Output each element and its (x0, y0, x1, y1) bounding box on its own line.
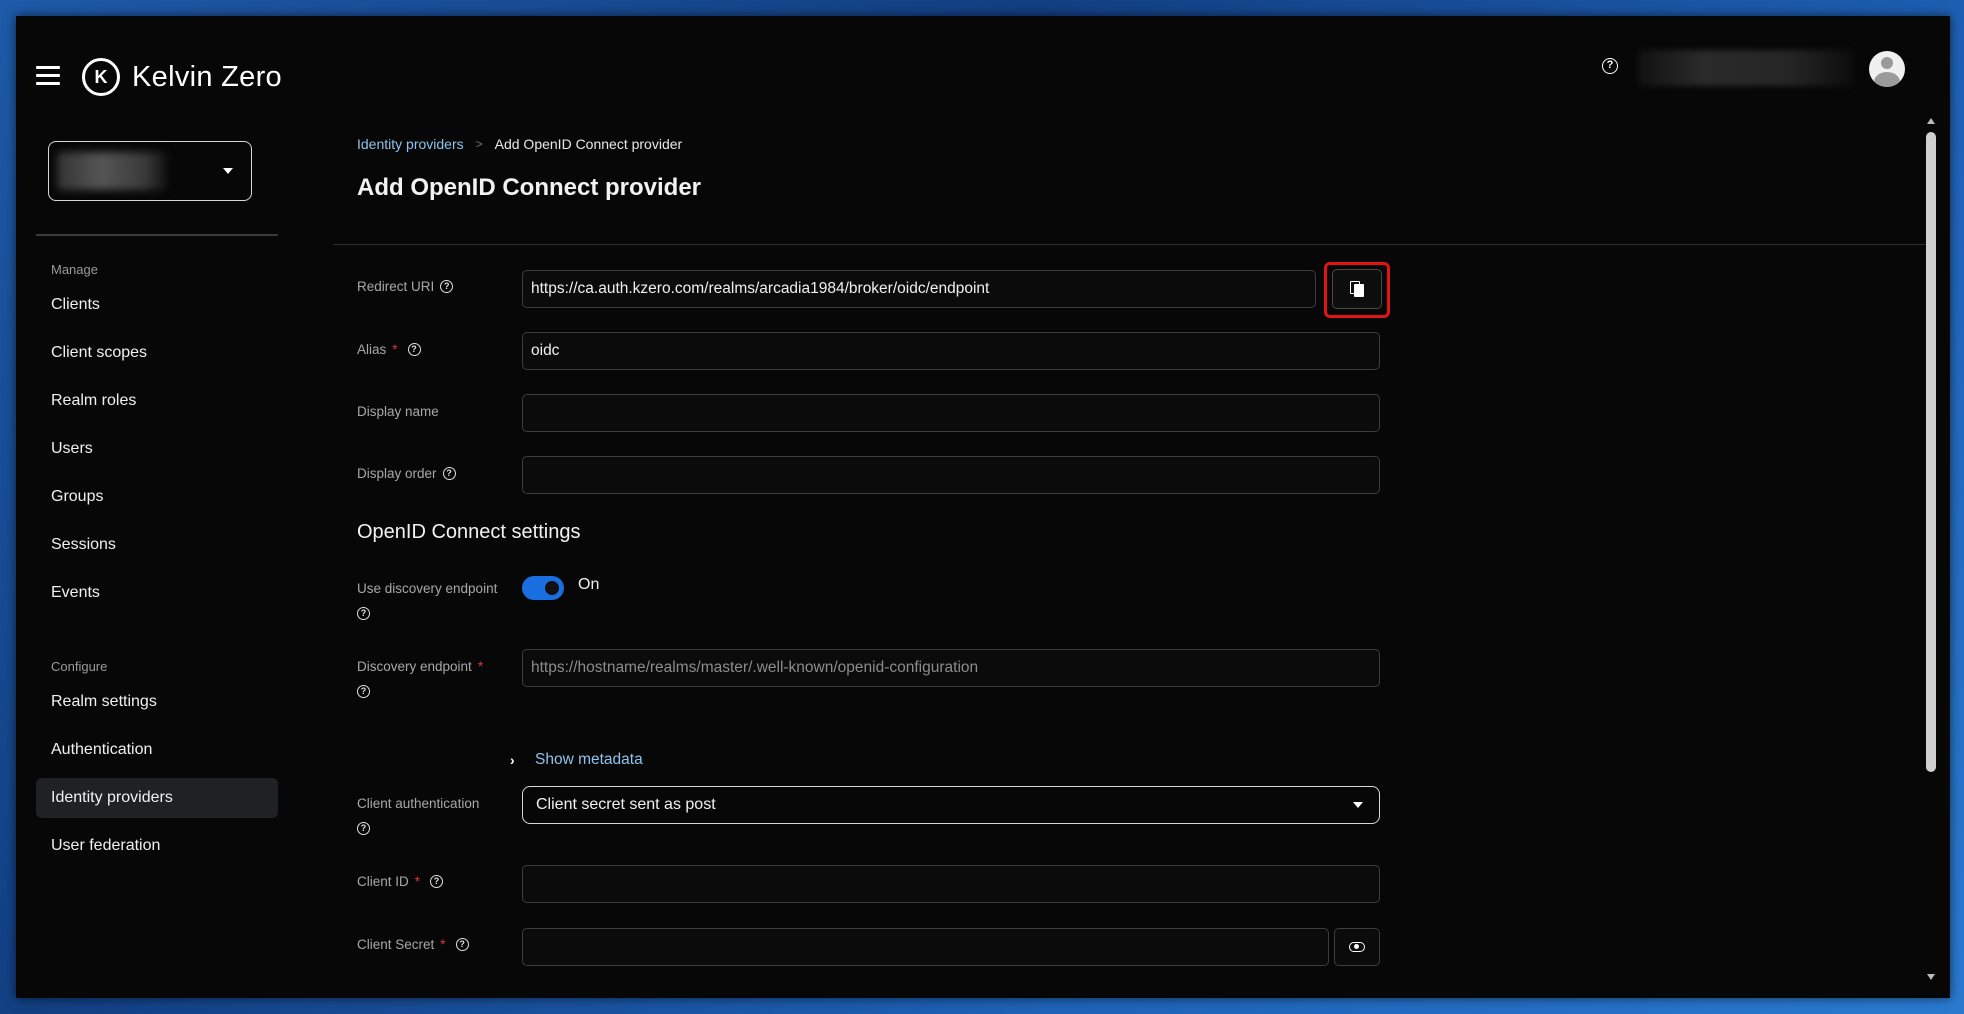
caret-down-icon (1353, 802, 1363, 808)
user-name-redacted[interactable] (1638, 50, 1853, 86)
help-icon[interactable]: ? (407, 343, 421, 356)
sidebar-item-users[interactable]: Users (36, 429, 278, 469)
breadcrumb-current: Add OpenID Connect provider (494, 136, 683, 152)
realm-name-redacted (57, 152, 167, 190)
sidebar-item-clients[interactable]: Clients (36, 285, 278, 325)
required-marker: * (440, 937, 446, 952)
sidebar-item-groups[interactable]: Groups (36, 477, 278, 517)
sidebar-item-realm-roles[interactable]: Realm roles (36, 381, 278, 421)
copy-icon (1350, 281, 1364, 297)
nav-section-manage: Manage (51, 262, 98, 277)
sidebar-item-sessions[interactable]: Sessions (36, 525, 278, 565)
main-scrollbar[interactable] (1924, 118, 1938, 980)
discovery-endpoint-label: Discovery endpoint * (357, 659, 484, 674)
brand-logo[interactable]: K Kelvin Zero (82, 58, 282, 96)
required-marker: * (392, 342, 398, 357)
section-title-oidc-settings: OpenID Connect settings (357, 521, 581, 543)
use-discovery-toggle[interactable] (522, 576, 564, 600)
masthead: K Kelvin Zero ? (16, 16, 1950, 126)
user-avatar-icon[interactable] (1869, 51, 1905, 87)
discovery-endpoint-input[interactable]: https://hostname/realms/master/.well-kno… (522, 649, 1380, 687)
caret-down-icon (223, 168, 233, 174)
client-secret-label: Client Secret * ? (357, 937, 469, 952)
required-marker: * (414, 874, 421, 889)
sidebar-item-realm-settings[interactable]: Realm settings (36, 682, 278, 722)
toggle-knob (545, 581, 559, 595)
realm-selector[interactable] (48, 141, 252, 201)
display-order-label: Display order ? (357, 466, 456, 481)
client-auth-value: Client secret sent as post (536, 796, 716, 813)
show-secret-button[interactable] (1334, 928, 1380, 966)
display-name-input[interactable] (522, 394, 1380, 432)
use-discovery-label: Use discovery endpoint (357, 581, 498, 596)
sidebar-item-user-federation[interactable]: User federation (36, 826, 278, 866)
breadcrumb: Identity providers > Add OpenID Connect … (357, 136, 682, 152)
kelvin-zero-logo-icon: K (82, 58, 120, 96)
help-icon[interactable]: ? (455, 938, 469, 951)
alias-input[interactable]: oidc (522, 332, 1380, 370)
app-window: K Kelvin Zero ? Manage Clients Client sc… (16, 16, 1950, 998)
help-icon[interactable]: ? (357, 607, 370, 620)
nav-section-configure: Configure (51, 659, 108, 674)
sidebar-item-authentication[interactable]: Authentication (36, 730, 278, 770)
display-name-label: Display name (357, 404, 439, 419)
client-secret-input[interactable] (522, 928, 1329, 966)
eye-icon (1349, 942, 1365, 952)
help-icon[interactable]: ? (1602, 58, 1618, 74)
page-title: Add OpenID Connect provider (357, 174, 702, 201)
chevron-right-icon[interactable]: › (510, 752, 515, 768)
client-id-input[interactable] (522, 865, 1380, 903)
scroll-thumb[interactable] (1926, 132, 1936, 772)
toggle-state-label: On (578, 576, 600, 593)
help-icon[interactable]: ? (357, 822, 370, 835)
required-marker: * (477, 659, 484, 674)
help-icon[interactable]: ? (442, 467, 456, 480)
breadcrumb-link-identity-providers[interactable]: Identity providers (357, 136, 464, 152)
redirect-uri-field[interactable]: https://ca.auth.kzero.com/realms/arcadia… (522, 270, 1316, 308)
header-divider (333, 244, 1930, 245)
client-auth-label: Client authentication (357, 796, 480, 811)
display-order-input[interactable] (522, 456, 1380, 494)
copy-button[interactable] (1332, 269, 1382, 309)
sidebar-divider (36, 234, 278, 236)
sidebar-item-events[interactable]: Events (36, 573, 278, 613)
hamburger-menu-icon[interactable] (36, 66, 60, 86)
help-icon[interactable]: ? (357, 685, 370, 698)
redirect-uri-label: Redirect URI ? (357, 279, 454, 294)
alias-label: Alias * ? (357, 342, 421, 357)
help-icon[interactable]: ? (440, 280, 454, 293)
breadcrumb-separator-icon: > (475, 137, 483, 151)
scroll-up-icon[interactable] (1927, 118, 1935, 124)
show-metadata-toggle[interactable]: Show metadata (535, 751, 643, 769)
brand-name: Kelvin Zero (132, 60, 282, 93)
sidebar-item-client-scopes[interactable]: Client scopes (36, 333, 278, 373)
client-id-label: Client ID * ? (357, 874, 444, 889)
scroll-down-icon[interactable] (1927, 974, 1935, 980)
help-icon[interactable]: ? (430, 875, 444, 888)
sidebar-item-identity-providers[interactable]: Identity providers (36, 778, 278, 818)
client-auth-select[interactable]: Client secret sent as post (522, 786, 1380, 824)
